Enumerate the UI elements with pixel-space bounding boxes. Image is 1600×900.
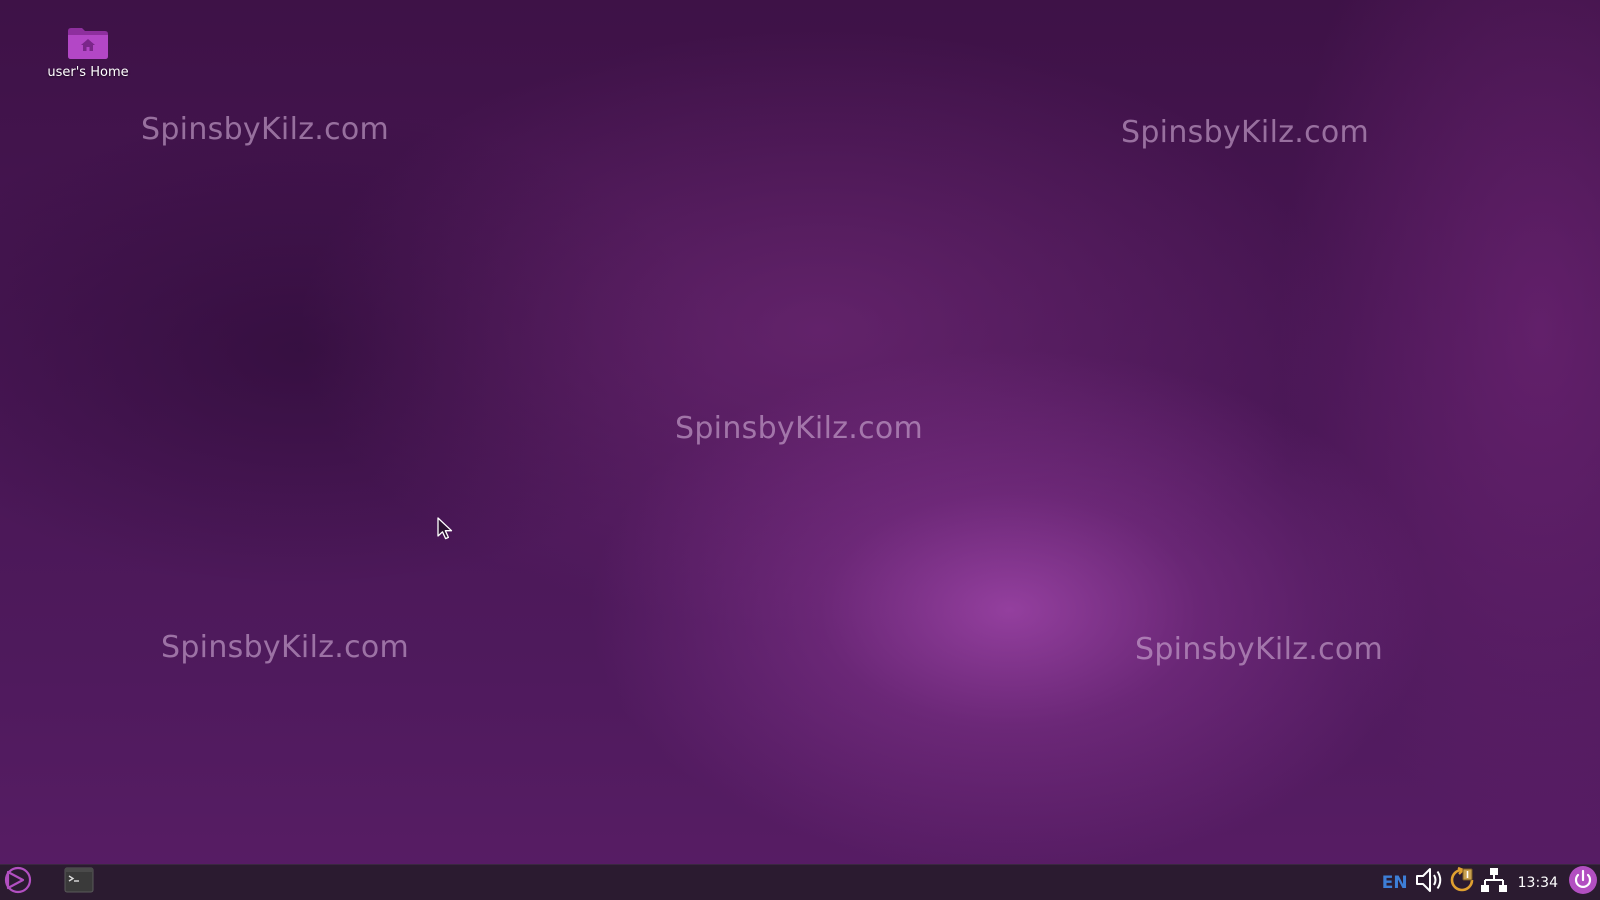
taskbar: EN 13:34 xyxy=(0,864,1600,900)
keyboard-layout-indicator[interactable]: EN xyxy=(1382,873,1408,893)
mouse-pointer-icon xyxy=(437,517,455,541)
wallpaper-watermark: SpinsbyKilz.com xyxy=(1135,632,1384,667)
system-tray: EN 13:34 xyxy=(1382,865,1600,900)
network-icon xyxy=(1480,866,1508,899)
desktop-icon-home[interactable]: user's Home xyxy=(40,26,136,80)
wallpaper-watermark: SpinsbyKilz.com xyxy=(141,112,390,147)
desktop[interactable]: user's Home SpinsbyKilz.com SpinsbyKilz.… xyxy=(0,0,1600,900)
home-folder-icon xyxy=(66,26,110,60)
power-button[interactable] xyxy=(1566,865,1600,900)
clock[interactable]: 13:34 xyxy=(1518,875,1558,891)
power-icon xyxy=(1568,865,1598,900)
volume-icon xyxy=(1414,865,1446,900)
wallpaper-watermark: SpinsbyKilz.com xyxy=(675,411,924,446)
start-menu-icon xyxy=(3,865,33,900)
desktop-icon-label: user's Home xyxy=(47,65,129,80)
start-menu-button[interactable] xyxy=(0,865,36,900)
wallpaper-watermark: SpinsbyKilz.com xyxy=(161,630,410,665)
taskbar-terminal-button[interactable] xyxy=(64,867,94,898)
updates-button[interactable] xyxy=(1446,866,1478,899)
volume-button[interactable] xyxy=(1414,867,1446,899)
terminal-icon xyxy=(64,867,94,898)
network-button[interactable] xyxy=(1478,867,1510,899)
wallpaper-watermark: SpinsbyKilz.com xyxy=(1121,115,1370,150)
updates-icon xyxy=(1448,866,1476,899)
